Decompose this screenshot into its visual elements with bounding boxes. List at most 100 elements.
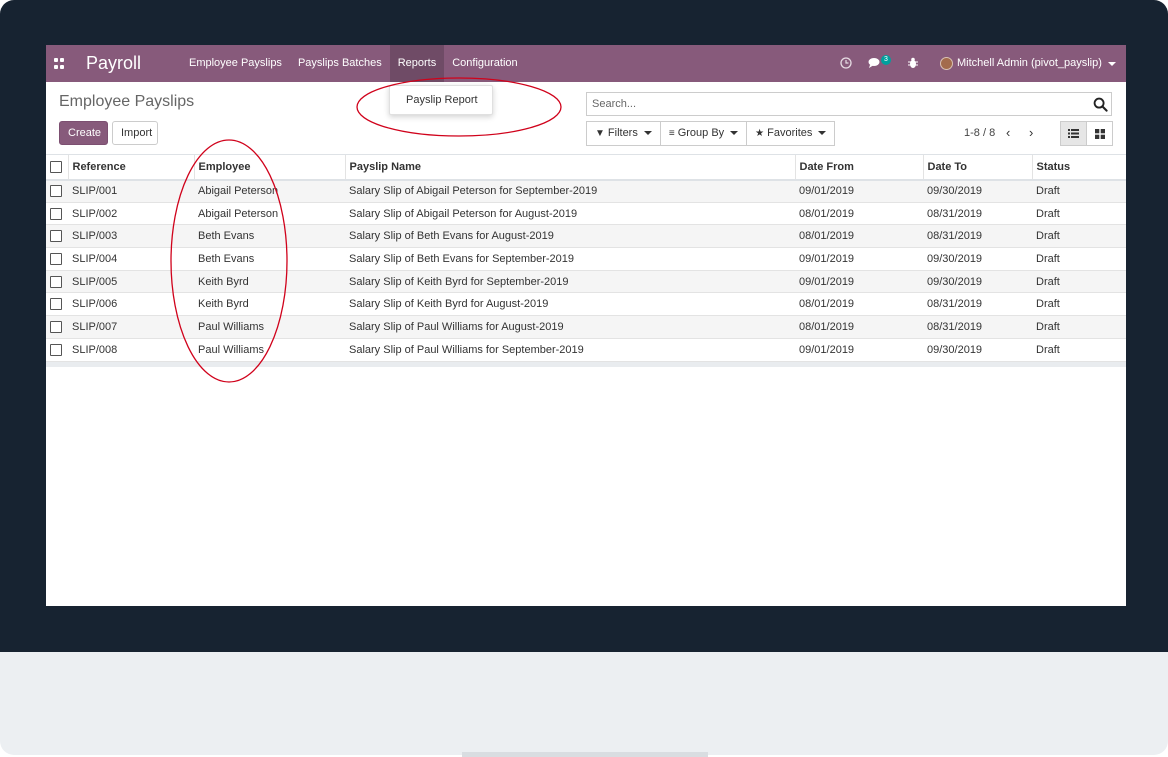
column-header-payslip-name[interactable]: Payslip Name: [344, 154, 795, 181]
cell-payslip-name[interactable]: Salary Slip of Beth Evans for September-…: [345, 247, 795, 271]
cell-date-to[interactable]: 08/31/2019: [923, 315, 1032, 339]
table-row[interactable]: SLIP/004 Beth Evans Salary Slip of Beth Ev…: [46, 247, 1126, 271]
column-header-date-from[interactable]: Date From: [794, 154, 923, 181]
cell-date-from[interactable]: 08/01/2019: [795, 224, 923, 249]
cell-status[interactable]: Draft: [1032, 270, 1126, 294]
cell-employee[interactable]: Abigail Peterson: [194, 179, 345, 203]
cell-status[interactable]: Draft: [1032, 179, 1126, 203]
table-row[interactable]: SLIP/006 Keith Byrd Salary Slip of Keith B…: [46, 292, 1126, 317]
chat-icon[interactable]: [868, 57, 882, 69]
menu-reports[interactable]: Reports: [389, 45, 445, 82]
row-checkbox[interactable]: [50, 230, 62, 243]
clock-icon[interactable]: [840, 57, 852, 69]
filters-button[interactable]: ▼ Filters: [586, 121, 661, 146]
cell-reference[interactable]: SLIP/007: [68, 315, 194, 339]
row-checkbox[interactable]: [50, 207, 62, 220]
table-row[interactable]: SLIP/008 Paul Williams Salary Slip of Paul…: [46, 338, 1126, 362]
cell-reference[interactable]: SLIP/004: [68, 247, 194, 271]
menu-employee-payslips[interactable]: Employee Payslips: [181, 45, 290, 82]
cell-date-to[interactable]: 09/30/2019: [923, 338, 1032, 362]
cell-date-from[interactable]: 08/01/2019: [795, 292, 923, 317]
cell-employee[interactable]: Abigail Peterson: [194, 202, 345, 226]
cell-status[interactable]: Draft: [1032, 224, 1126, 249]
cell-reference[interactable]: SLIP/002: [68, 202, 194, 226]
cell-date-to[interactable]: 08/31/2019: [923, 202, 1032, 226]
cell-date-to[interactable]: 09/30/2019: [923, 247, 1032, 271]
cell-employee[interactable]: Paul Williams: [194, 315, 345, 339]
cell-reference[interactable]: SLIP/005: [68, 270, 194, 294]
select-all-checkbox[interactable]: [50, 160, 62, 173]
app-title[interactable]: Payroll: [86, 53, 141, 74]
payslip-list: Reference Employee Payslip Name Date Fro…: [46, 154, 1126, 367]
cell-date-from[interactable]: 08/01/2019: [795, 202, 923, 226]
row-checkbox[interactable]: [50, 275, 62, 288]
row-checkbox[interactable]: [50, 343, 62, 356]
cell-employee[interactable]: Keith Byrd: [194, 292, 345, 317]
cell-payslip-name[interactable]: Salary Slip of Beth Evans for August-201…: [345, 224, 795, 249]
chevron-left-icon[interactable]: ‹: [1006, 125, 1010, 140]
cell-employee[interactable]: Beth Evans: [194, 247, 345, 271]
cell-reference[interactable]: SLIP/006: [68, 292, 194, 317]
cell-payslip-name[interactable]: Salary Slip of Paul Williams for August-…: [345, 315, 795, 339]
import-button[interactable]: Import: [112, 121, 158, 145]
cell-status[interactable]: Draft: [1032, 292, 1126, 317]
row-checkbox[interactable]: [50, 252, 62, 265]
list-view-icon[interactable]: [1060, 121, 1087, 146]
groupby-button[interactable]: ≡ Group By: [659, 121, 748, 146]
table-row[interactable]: SLIP/001 Abigail Peterson Salary Slip of A…: [46, 179, 1126, 203]
cell-payslip-name[interactable]: Salary Slip of Paul Williams for Septemb…: [345, 338, 795, 362]
cell-date-to[interactable]: 09/30/2019: [923, 179, 1032, 203]
table-row[interactable]: SLIP/002 Abigail Peterson Salary Slip of A…: [46, 202, 1126, 226]
menu-configuration[interactable]: Configuration: [444, 45, 525, 82]
row-checkbox[interactable]: [50, 298, 62, 311]
cell-reference[interactable]: SLIP/003: [68, 224, 194, 249]
table-row[interactable]: SLIP/003 Beth Evans Salary Slip of Beth Ev…: [46, 224, 1126, 249]
table-row[interactable]: SLIP/005 Keith Byrd Salary Slip of Keith B…: [46, 270, 1126, 294]
row-checkbox[interactable]: [50, 321, 62, 334]
cell-date-to[interactable]: 09/30/2019: [923, 270, 1032, 294]
column-header-reference[interactable]: Reference: [67, 154, 194, 181]
favorites-button[interactable]: ★ Favorites: [746, 121, 836, 146]
cell-reference[interactable]: SLIP/008: [68, 338, 194, 362]
cell-reference[interactable]: SLIP/001: [68, 179, 194, 203]
cell-status[interactable]: Draft: [1032, 338, 1126, 362]
user-menu[interactable]: Mitchell Admin (pivot_payslip): [940, 45, 1116, 82]
cell-payslip-name[interactable]: Salary Slip of Abigail Peterson for Sept…: [345, 179, 795, 203]
apps-grid-icon[interactable]: [54, 58, 65, 69]
column-header-employee[interactable]: Employee: [193, 154, 345, 181]
pager-value[interactable]: 1-8 / 8: [964, 127, 995, 139]
menu-item-payslip-report[interactable]: Payslip Report: [390, 86, 492, 114]
column-header-status[interactable]: Status: [1031, 154, 1126, 181]
table-row[interactable]: SLIP/007 Paul Williams Salary Slip of Paul…: [46, 315, 1126, 339]
avatar: [940, 57, 953, 70]
menu-payslips-batches[interactable]: Payslips Batches: [290, 45, 390, 82]
cell-payslip-name[interactable]: Salary Slip of Abigail Peterson for Augu…: [345, 202, 795, 226]
cell-date-from[interactable]: 09/01/2019: [795, 179, 923, 203]
cell-payslip-name[interactable]: Salary Slip of Keith Byrd for August-201…: [345, 292, 795, 317]
cell-status[interactable]: Draft: [1032, 247, 1126, 271]
column-header-date-to[interactable]: Date To: [922, 154, 1032, 181]
star-icon: ★: [755, 128, 765, 139]
cell-date-from[interactable]: 09/01/2019: [795, 270, 923, 294]
cell-employee[interactable]: Beth Evans: [194, 224, 345, 249]
row-checkbox[interactable]: [50, 185, 62, 198]
cell-date-from[interactable]: 09/01/2019: [795, 247, 923, 271]
cell-status[interactable]: Draft: [1032, 202, 1126, 226]
cell-employee[interactable]: Keith Byrd: [194, 270, 345, 294]
cell-date-to[interactable]: 08/31/2019: [923, 224, 1032, 249]
bug-icon[interactable]: [908, 57, 918, 69]
screen: Payroll Employee Payslips Payslips Batch…: [46, 45, 1126, 606]
cell-date-from[interactable]: 09/01/2019: [795, 338, 923, 362]
cell-employee[interactable]: Paul Williams: [194, 338, 345, 362]
search-input[interactable]: [587, 93, 1082, 115]
kanban-view-icon[interactable]: [1086, 121, 1113, 146]
cell-date-to[interactable]: 08/31/2019: [923, 292, 1032, 317]
view-switcher: [1060, 121, 1113, 146]
user-name: Mitchell Admin (pivot_payslip): [957, 57, 1102, 69]
search-icon[interactable]: [1093, 97, 1108, 112]
create-button[interactable]: Create: [59, 121, 108, 145]
chevron-right-icon[interactable]: ›: [1029, 125, 1033, 140]
cell-status[interactable]: Draft: [1032, 315, 1126, 339]
cell-date-from[interactable]: 08/01/2019: [795, 315, 923, 339]
cell-payslip-name[interactable]: Salary Slip of Keith Byrd for September-…: [345, 270, 795, 294]
